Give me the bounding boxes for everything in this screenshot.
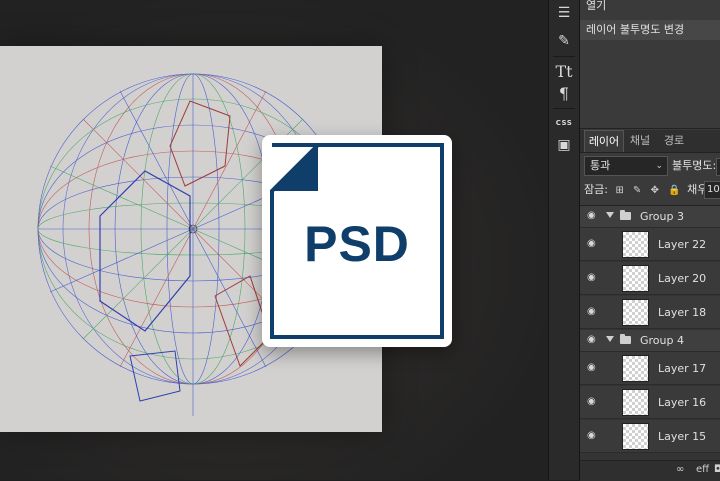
layer-row[interactable]: ◉ Layer 17 [580,352,720,385]
eye-icon[interactable]: ◉ [587,306,596,317]
layers-bottom-bar: ∞ eff ◘ [580,460,720,481]
layer-group-row[interactable]: ◉ Group 4 [580,330,720,352]
paragraph-icon[interactable]: ¶ [549,80,579,106]
opacity-input[interactable] [716,158,720,176]
psd-badge-label: PSD [304,216,410,272]
right-panel: 열기 레이어 불투명도 변경 레이어 채널 경로 통과 ⌄ 불투명도: 잠금: … [580,0,720,481]
layer-thumbnail [622,231,649,258]
brush-icon[interactable]: ✎ [549,28,579,54]
eye-icon[interactable]: ◉ [587,272,596,283]
group-name: Group 4 [640,334,684,347]
layers-tabbar: 레이어 채널 경로 [580,130,720,153]
blend-mode-select[interactable]: 통과 ⌄ [584,156,668,176]
folder-icon [620,210,631,220]
layer-thumbnail [622,355,649,382]
caret-down-icon[interactable] [606,336,614,342]
layer-row[interactable]: ◉ Layer 16 [580,386,720,419]
tool-divider [553,108,575,109]
layer-thumbnail [622,265,649,292]
tool-strip: ☰ ✎ Tt ¶ CSS ▣ [548,0,580,480]
link-icon[interactable]: ∞ [676,464,684,475]
layer-name: Layer 16 [658,396,707,409]
lock-row: 잠금: ⊞ ✎ ✥ 🔒 채우기: [584,180,720,200]
tool-divider [553,56,575,57]
opacity-label: 불투명도: [672,159,717,172]
adjust-sliders-icon[interactable]: ☰ [549,0,579,26]
psd-file-badge: PSD [262,135,452,347]
workspace: PSD [0,0,548,480]
mask-icon[interactable]: ◘ [714,464,720,475]
layer-row[interactable]: ◉ Layer 15 [580,420,720,453]
eye-icon[interactable]: ◉ [587,334,596,345]
tab-channels[interactable]: 채널 [626,130,654,152]
tab-paths[interactable]: 경로 [660,130,688,152]
layer-name: Layer 20 [658,272,707,285]
layer-name: Layer 22 [658,238,707,251]
tab-layers[interactable]: 레이어 [584,130,624,152]
eye-icon[interactable]: ◉ [587,238,596,249]
layer-group-row[interactable]: ◉ Group 3 [580,206,720,228]
layer-name: Layer 15 [658,430,707,443]
lock-label: 잠금: [584,183,608,196]
layer-row[interactable]: ◉ Layer 20 [580,262,720,295]
layer-thumbnail [622,389,649,416]
layer-thumbnail [622,299,649,326]
lock-icons[interactable]: ⊞ ✎ ✥ 🔒 [615,181,683,201]
group-name: Group 3 [640,210,684,223]
history-item-open[interactable]: 열기 [580,0,720,16]
folder-icon [620,334,631,344]
history-item-opacity-change[interactable]: 레이어 불투명도 변경 [580,20,720,40]
layer-row[interactable]: ◉ Layer 22 [580,228,720,261]
layer-row[interactable]: ◉ Layer 18 [580,296,720,329]
image-icon[interactable]: ▣ [549,132,579,158]
eye-icon[interactable]: ◉ [587,210,596,221]
caret-down-icon[interactable] [606,212,614,218]
eye-icon[interactable]: ◉ [587,430,596,441]
layers-list: ◉ Group 3 ◉ Layer 22 ◉ Layer 20 ◉ Layer … [580,205,720,461]
layer-thumbnail [622,423,649,450]
fill-input[interactable]: 100 [704,181,720,199]
layer-name: Layer 17 [658,362,707,375]
blend-mode-value: 통과 [590,159,611,172]
effects-icon[interactable]: eff [696,464,709,475]
eye-icon[interactable]: ◉ [587,396,596,407]
history-panel: 열기 레이어 불투명도 변경 [580,0,720,129]
layer-name: Layer 18 [658,306,707,319]
eye-icon[interactable]: ◉ [587,362,596,373]
chevron-down-icon: ⌄ [655,161,663,171]
